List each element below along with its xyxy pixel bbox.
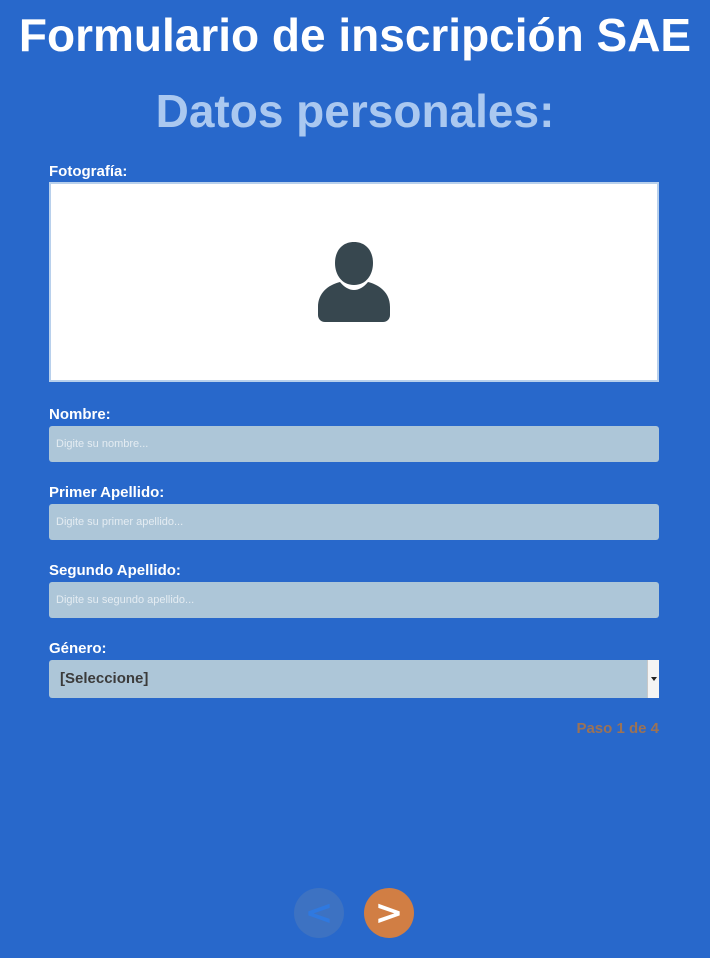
page-title: Formulario de inscripción SAE: [18, 9, 692, 61]
photo-label: Fotografía:: [49, 163, 128, 180]
previous-button[interactable]: <: [294, 888, 344, 938]
first-surname-input[interactable]: [49, 504, 659, 540]
step-indicator: Paso 1 de 4: [576, 720, 659, 737]
next-button[interactable]: >: [364, 888, 414, 938]
photo-upload-area[interactable]: [49, 182, 659, 382]
dropdown-arrow-icon[interactable]: [647, 660, 659, 698]
section-title: Datos personales:: [155, 85, 555, 137]
gender-selected-value: [Seleccione]: [60, 670, 149, 687]
second-surname-input[interactable]: [49, 582, 659, 618]
first-surname-label: Primer Apellido:: [49, 484, 165, 501]
name-label: Nombre:: [49, 406, 111, 423]
gender-label: Género:: [49, 640, 107, 657]
second-surname-label: Segundo Apellido:: [49, 562, 181, 579]
name-input[interactable]: [49, 426, 659, 462]
gender-select[interactable]: [Seleccione]: [49, 660, 659, 698]
user-silhouette-icon: [318, 242, 390, 322]
